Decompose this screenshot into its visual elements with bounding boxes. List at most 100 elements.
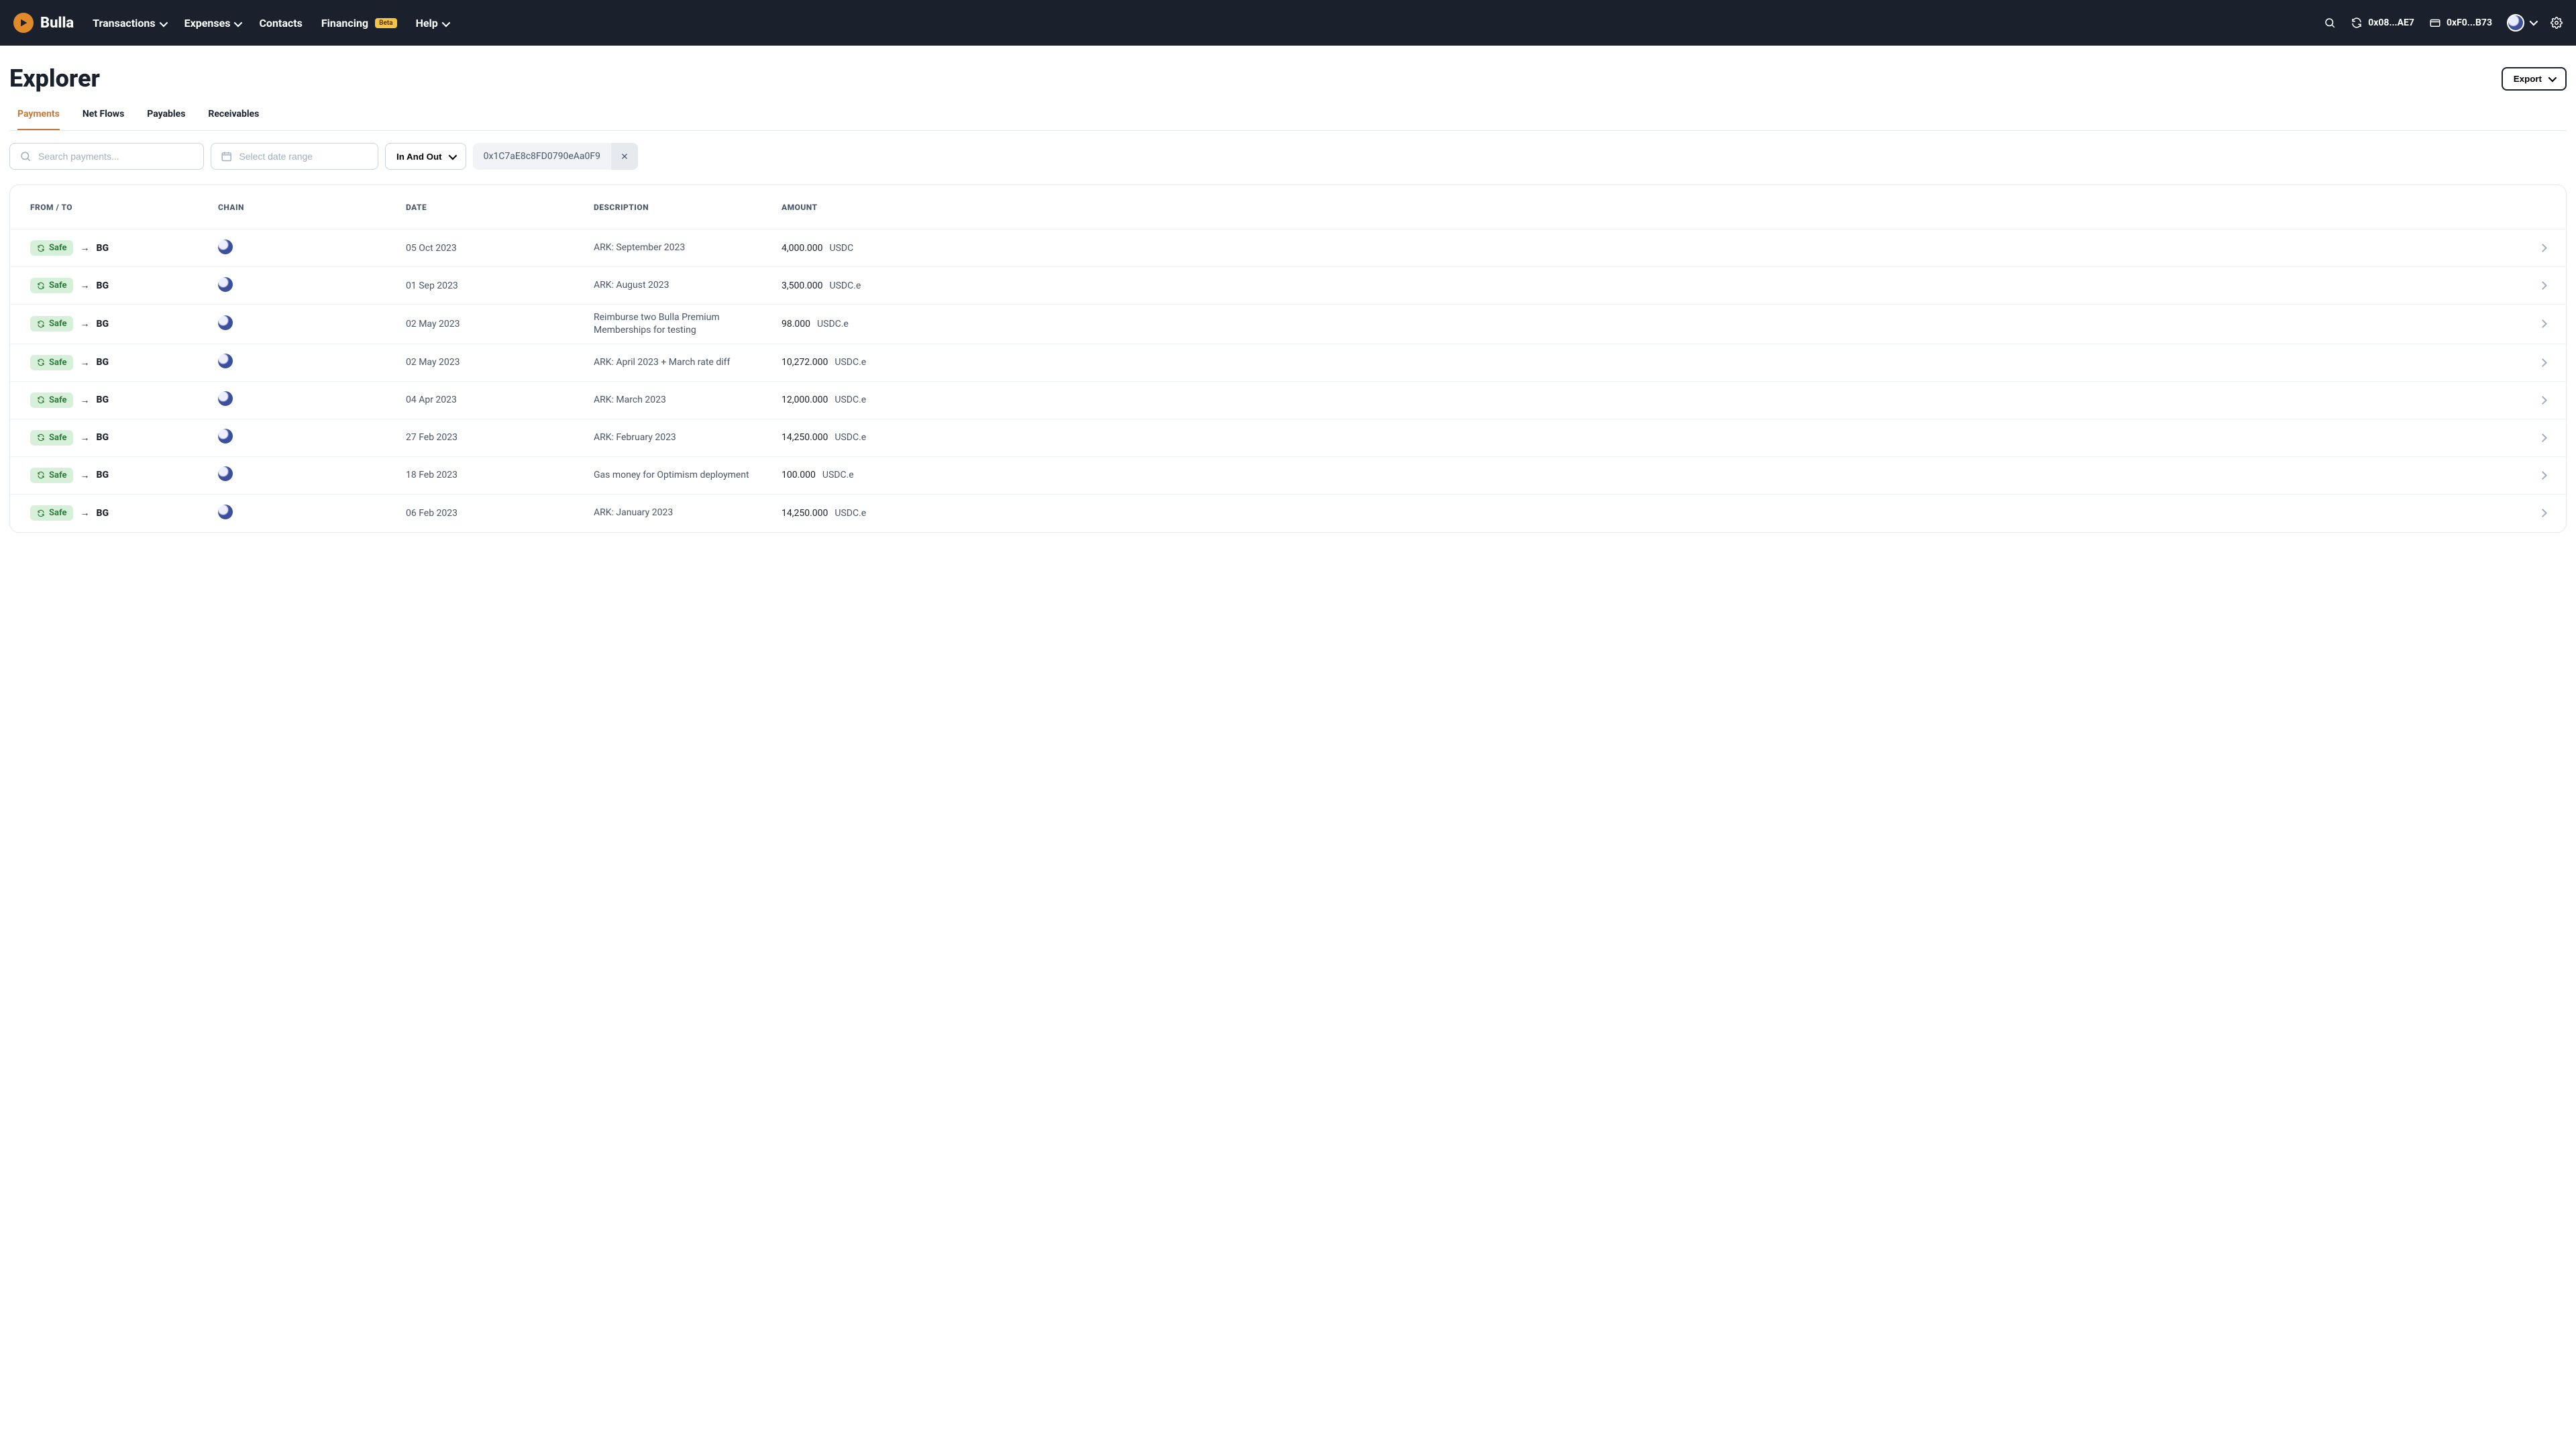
amount-cell: 10,272.000 USDC.e xyxy=(782,357,2519,368)
table-row[interactable]: Safe → BG 05 Oct 2023 ARK: September 202… xyxy=(10,229,2566,267)
nav-transactions[interactable]: Transactions xyxy=(93,17,166,30)
refresh-icon xyxy=(37,471,45,479)
table-row[interactable]: Safe → BG 27 Feb 2023 ARK: February 2023… xyxy=(10,419,2566,457)
tab-net-flows[interactable]: Net Flows xyxy=(83,105,124,130)
chevron-right-icon xyxy=(2519,321,2546,327)
date-cell: 27 Feb 2023 xyxy=(406,432,594,443)
amount-value: 4,000.000 xyxy=(782,243,823,254)
nav-expenses[interactable]: Expenses xyxy=(184,17,241,30)
tab-payments[interactable]: Payments xyxy=(17,105,60,130)
nav-help[interactable]: Help xyxy=(416,17,448,30)
amount-token: USDC.e xyxy=(835,395,866,405)
refresh-icon xyxy=(37,433,45,442)
chain-icon xyxy=(218,391,233,406)
from-to-cell: Safe → BG xyxy=(30,355,218,370)
chevron-right-icon xyxy=(2519,472,2546,478)
address-filter-chip: 0x1C7aE8c8FD0790eAa0F9 xyxy=(473,143,638,170)
description-cell: ARK: March 2023 xyxy=(594,387,782,413)
chevron-right-icon xyxy=(2519,435,2546,441)
refresh-icon xyxy=(37,396,45,404)
from-to-cell: Safe → BG xyxy=(30,316,218,331)
chain-cell xyxy=(218,466,406,484)
from-to-cell: Safe → BG xyxy=(30,505,218,521)
search-icon[interactable] xyxy=(2324,17,2336,29)
chain-icon xyxy=(218,505,233,519)
description-cell: ARK: February 2023 xyxy=(594,425,782,451)
brand[interactable]: Bulla xyxy=(13,13,74,33)
table-row[interactable]: Safe → BG 06 Feb 2023 ARK: January 2023 … xyxy=(10,495,2566,532)
refresh-icon xyxy=(37,320,45,328)
gear-icon[interactable] xyxy=(2551,17,2563,29)
amount-cell: 12,000.000 USDC.e xyxy=(782,395,2519,405)
chain-cell xyxy=(218,277,406,295)
chain-cell xyxy=(218,505,406,522)
date-cell: 06 Feb 2023 xyxy=(406,508,594,519)
to-label: BG xyxy=(96,243,109,254)
amount-value: 3,500.000 xyxy=(782,280,823,291)
amount-cell: 14,250.000 USDC.e xyxy=(782,508,2519,519)
arrow-right-icon: → xyxy=(80,280,89,291)
from-to-cell: Safe → BG xyxy=(30,468,218,483)
amount-cell: 14,250.000 USDC.e xyxy=(782,432,2519,443)
tab-receivables[interactable]: Receivables xyxy=(208,105,259,130)
network-selector[interactable] xyxy=(2507,14,2536,32)
from-to-cell: Safe → BG xyxy=(30,430,218,446)
safe-badge: Safe xyxy=(30,355,73,370)
calendar-icon xyxy=(221,150,232,162)
page-body: Explorer Export Payments Net Flows Payab… xyxy=(0,46,2576,560)
tabs: Payments Net Flows Payables Receivables xyxy=(9,105,2567,131)
table-row[interactable]: Safe → BG 02 May 2023 ARK: April 2023 + … xyxy=(10,344,2566,382)
address-filter-remove[interactable] xyxy=(611,143,638,170)
description-cell: Gas money for Optimism deployment xyxy=(594,462,782,488)
chain-cell xyxy=(218,429,406,446)
col-description: DESCRIPTION xyxy=(594,203,782,212)
arrow-right-icon: → xyxy=(80,395,89,406)
chevron-down-icon xyxy=(160,17,166,30)
payments-table: FROM / TO CHAIN DATE DESCRIPTION AMOUNT … xyxy=(9,185,2567,533)
direction-filter[interactable]: In And Out xyxy=(385,143,466,170)
safe-badge: Safe xyxy=(30,430,73,446)
safe-badge: Safe xyxy=(30,505,73,521)
arrow-right-icon: → xyxy=(80,470,89,481)
export-button[interactable]: Export xyxy=(2502,67,2567,91)
date-cell: 04 Apr 2023 xyxy=(406,395,594,405)
table-row[interactable]: Safe → BG 04 Apr 2023 ARK: March 2023 12… xyxy=(10,382,2566,419)
table-row[interactable]: Safe → BG 01 Sep 2023 ARK: August 2023 3… xyxy=(10,267,2566,305)
search-input-wrap[interactable] xyxy=(9,143,204,170)
amount-token: USDC.e xyxy=(835,357,866,368)
chevron-down-icon xyxy=(234,17,240,30)
chevron-right-icon xyxy=(2519,282,2546,289)
col-chain: CHAIN xyxy=(218,203,406,212)
from-to-cell: Safe → BG xyxy=(30,240,218,256)
account-address: 0x08...AE7 xyxy=(2368,17,2414,28)
date-cell: 18 Feb 2023 xyxy=(406,470,594,480)
table-row[interactable]: Safe → BG 18 Feb 2023 Gas money for Opti… xyxy=(10,457,2566,495)
close-icon xyxy=(621,152,629,160)
nav-right: 0x08...AE7 0xF0...B73 xyxy=(2324,14,2563,32)
amount-value: 14,250.000 xyxy=(782,508,828,519)
amount-token: USDC.e xyxy=(817,319,849,329)
refresh-icon xyxy=(37,244,45,252)
date-range-input[interactable] xyxy=(239,151,368,162)
wallet-switcher[interactable]: 0xF0...B73 xyxy=(2429,17,2492,29)
description-cell: ARK: April 2023 + March rate diff xyxy=(594,350,782,376)
refresh-icon xyxy=(37,509,45,517)
page-header: Explorer Export xyxy=(9,64,2567,105)
col-amount: AMOUNT xyxy=(782,203,2519,212)
safe-badge: Safe xyxy=(30,393,73,408)
search-input[interactable] xyxy=(38,151,172,162)
safe-badge: Safe xyxy=(30,468,73,483)
nav-financing[interactable]: Financing Beta xyxy=(321,17,397,30)
nav-contacts[interactable]: Contacts xyxy=(259,17,302,30)
tab-payables[interactable]: Payables xyxy=(147,105,185,130)
table-row[interactable]: Safe → BG 02 May 2023 Reimburse two Bull… xyxy=(10,305,2566,344)
account-switcher[interactable]: 0x08...AE7 xyxy=(2351,17,2414,29)
amount-value: 14,250.000 xyxy=(782,432,828,443)
date-range-input-wrap[interactable] xyxy=(211,143,378,170)
chain-icon xyxy=(218,240,233,254)
amount-token: USDC.e xyxy=(835,508,866,519)
amount-token: USDC.e xyxy=(830,280,861,291)
wallet-address: 0xF0...B73 xyxy=(2447,17,2492,28)
chain-icon xyxy=(218,429,233,444)
to-label: BG xyxy=(96,395,109,405)
